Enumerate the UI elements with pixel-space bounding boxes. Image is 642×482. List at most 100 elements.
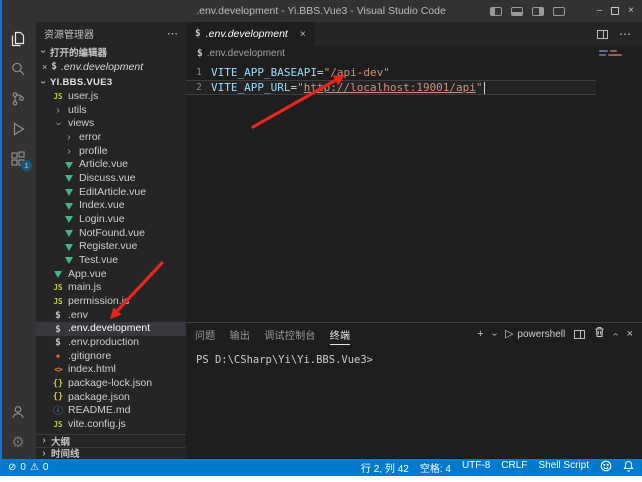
code-lines: 1VITE_APP_BASEAPI="/api-dev"2VITE_APP_UR… <box>186 65 596 95</box>
js-file-icon: JS <box>53 93 62 101</box>
tree-item-error[interactable]: ›error <box>36 131 186 145</box>
chevron-right-icon: › <box>65 145 73 159</box>
warning-icon: ⚠ <box>30 462 39 473</box>
tree-item-Login.vue[interactable]: Login.vue <box>36 213 186 227</box>
error-count: 0 <box>20 462 26 473</box>
tree-item-README.md[interactable]: ⓘREADME.md <box>36 404 186 418</box>
vue-file-icon <box>65 230 73 237</box>
tree-item-.gitignore[interactable]: ◆.gitignore <box>36 350 186 364</box>
minimize-icon[interactable]: – <box>597 0 603 22</box>
editor-group: $ .env.development × ⋯ $ .env.developmen… <box>186 22 642 322</box>
settings-gear-icon[interactable]: ⚙ <box>0 427 36 457</box>
maximize-icon[interactable] <box>611 7 619 15</box>
project-root-header[interactable]: › YI.BBS.VUE3 <box>36 74 186 90</box>
editor-more-actions-icon[interactable]: ⋯ <box>619 27 631 41</box>
open-editors-header[interactable]: › 打开的编辑器 <box>36 44 186 59</box>
feedback-smiley-icon[interactable] <box>600 460 612 475</box>
env-file-icon: $ <box>197 49 203 59</box>
close-editor-icon[interactable]: × <box>42 62 47 72</box>
tree-item-vite.config.js[interactable]: JSvite.config.js <box>36 418 186 432</box>
open-editor-item[interactable]: × $ .env.development <box>36 59 186 74</box>
tree-item-Discuss.vue[interactable]: Discuss.vue <box>36 172 186 186</box>
tree-item-utils[interactable]: ›utils <box>36 104 186 118</box>
tree-item-main.js[interactable]: JSmain.js <box>36 281 186 295</box>
run-debug-icon[interactable] <box>0 114 36 144</box>
tree-item-.env[interactable]: $.env <box>36 309 186 323</box>
status-item[interactable]: UTF-8 <box>462 460 490 475</box>
toggle-panel-icon[interactable] <box>511 7 523 16</box>
tree-item-index.html[interactable]: <>index.html <box>36 363 186 377</box>
split-editor-icon[interactable] <box>597 30 608 39</box>
search-icon[interactable] <box>0 54 36 84</box>
tree-item-profile[interactable]: ›profile <box>36 145 186 159</box>
terminal-shell-selector[interactable]: ▷ powershell <box>505 329 565 340</box>
vue-file-icon <box>65 189 73 196</box>
tree-item-package.json[interactable]: {}package.json <box>36 391 186 405</box>
tree-item-label: .env.production <box>68 336 139 350</box>
tree-item-NotFound.vue[interactable]: NotFound.vue <box>36 227 186 241</box>
sidebar-more-icon[interactable]: ⋯ <box>167 27 178 40</box>
sidebar-section-大纲[interactable]: ›大纲 <box>36 434 186 447</box>
bottom-panel: 问题输出调试控制台终端 + › ▷ powershell › × PS D:\C… <box>186 322 642 459</box>
tree-item-label: README.md <box>68 404 130 418</box>
tree-item-Index.vue[interactable]: Index.vue <box>36 199 186 213</box>
line-text: VITE_APP_URL="http://localhost:19001/api… <box>211 81 485 94</box>
tree-item-label: .env <box>68 309 88 323</box>
maximize-panel-icon[interactable]: › <box>610 332 621 335</box>
close-window-icon[interactable]: × <box>628 0 634 22</box>
account-icon[interactable] <box>0 397 36 427</box>
toggle-sidebar-icon[interactable] <box>490 7 502 16</box>
status-right-items: 行 2, 列 42 空格: 4 UTF-8 CRLF Shell Script <box>361 460 634 475</box>
window-title: .env.development - Yi.BBS.Vue3 - Visual … <box>196 5 446 17</box>
tree-item-label: Index.vue <box>79 199 125 213</box>
tree-item-Article.vue[interactable]: Article.vue <box>36 158 186 172</box>
customize-layout-icon[interactable] <box>553 7 565 16</box>
close-panel-icon[interactable]: × <box>627 329 633 340</box>
status-item[interactable]: Shell Script <box>538 460 589 475</box>
tree-item-Test.vue[interactable]: Test.vue <box>36 254 186 268</box>
tree-item-label: index.html <box>68 363 116 377</box>
title-bar: .env.development - Yi.BBS.Vue3 - Visual … <box>0 0 642 22</box>
vue-file-icon <box>65 203 73 210</box>
tree-item-views[interactable]: ›views <box>36 117 186 131</box>
shell-name: powershell <box>517 329 565 340</box>
panel-tab-问题[interactable]: 问题 <box>195 323 216 345</box>
tree-item-.env.development[interactable]: $.env.development <box>36 322 186 336</box>
status-item[interactable]: 空格: 4 <box>420 460 451 475</box>
tree-item-Register.vue[interactable]: Register.vue <box>36 240 186 254</box>
status-item[interactable]: CRLF <box>501 460 527 475</box>
tree-item-App.vue[interactable]: App.vue <box>36 268 186 282</box>
trash-icon[interactable] <box>594 325 605 343</box>
tree-item-permission.js[interactable]: JSpermission.js <box>36 295 186 309</box>
tree-item-label: App.vue <box>68 268 107 282</box>
panel-tab-输出[interactable]: 输出 <box>230 323 251 345</box>
extensions-icon[interactable]: 1 <box>0 144 36 174</box>
terminal[interactable]: PS D:\CSharp\Yi\Yi.BBS.Vue3> <box>186 345 642 368</box>
tree-item-label: .env.development <box>68 322 150 336</box>
source-control-icon[interactable] <box>0 84 36 114</box>
code-editor[interactable]: 1VITE_APP_BASEAPI="/api-dev"2VITE_APP_UR… <box>186 61 596 322</box>
tree-item-EditArticle.vue[interactable]: EditArticle.vue <box>36 186 186 200</box>
panel-tab-终端[interactable]: 终端 <box>330 323 351 345</box>
new-terminal-icon[interactable]: + <box>477 329 483 340</box>
explorer-icon[interactable] <box>0 24 36 54</box>
notifications-bell-icon[interactable] <box>623 460 634 475</box>
terminal-profile-chevron-icon[interactable]: › <box>489 332 500 335</box>
tab-env-development[interactable]: $ .env.development × <box>186 22 315 46</box>
split-terminal-icon[interactable] <box>574 330 585 339</box>
problems-status[interactable]: ⊘ 0 ⚠ 0 <box>8 462 48 473</box>
status-item[interactable]: 行 2, 列 42 <box>361 460 409 475</box>
toggle-secondary-sidebar-icon[interactable] <box>532 7 544 16</box>
close-tab-icon[interactable]: × <box>300 29 306 40</box>
panel-tab-调试控制台[interactable]: 调试控制台 <box>264 323 316 345</box>
breadcrumb[interactable]: $ .env.development <box>186 46 642 61</box>
tree-item-label: Article.vue <box>79 158 128 172</box>
tree-item-label: error <box>79 131 101 145</box>
tree-item-label: EditArticle.vue <box>79 186 146 200</box>
tree-item-.env.production[interactable]: $.env.production <box>36 336 186 350</box>
window-accent-border <box>0 0 2 476</box>
tree-item-user.js[interactable]: JSuser.js <box>36 90 186 104</box>
tree-item-package-lock.json[interactable]: {}package-lock.json <box>36 377 186 391</box>
sidebar-section-时间线[interactable]: ›时间线 <box>36 447 186 460</box>
minimap[interactable] <box>596 46 642 322</box>
